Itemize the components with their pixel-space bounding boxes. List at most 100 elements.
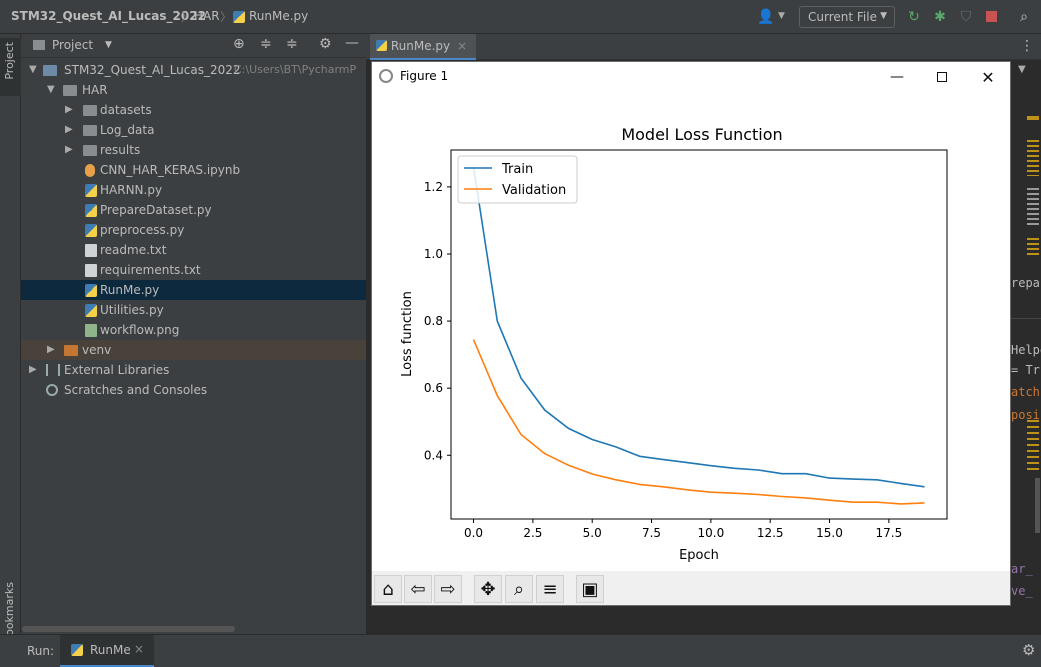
project-tool-tab[interactable]: Project xyxy=(0,38,21,96)
legend-label: Train xyxy=(501,162,533,177)
figure-title-bar[interactable]: Figure 1 — ✕ xyxy=(372,62,1010,92)
rerun-icon[interactable]: ↻ xyxy=(904,7,924,27)
save-icon[interactable]: ▣ xyxy=(576,575,604,603)
locate-icon[interactable]: ⊕ xyxy=(233,36,245,52)
tree-folder-datasets[interactable]: ▶ datasets xyxy=(21,100,366,120)
back-icon[interactable]: ⇦ xyxy=(404,575,432,603)
tree-file[interactable]: PrepareDataset.py xyxy=(21,200,366,220)
tree-file[interactable]: workflow.png xyxy=(21,320,366,340)
run-configuration-select[interactable]: Current File ▼ xyxy=(799,6,895,28)
error-stripe-marker[interactable] xyxy=(1027,116,1039,120)
chevron-down-icon[interactable]: ▼ xyxy=(105,40,112,50)
close-icon[interactable]: × xyxy=(457,39,467,53)
minimize-window-button[interactable]: — xyxy=(882,66,912,88)
tree-file[interactable]: Utilities.py xyxy=(21,300,366,320)
chevron-down-icon[interactable]: ▼ xyxy=(1018,64,1026,75)
error-stripe-marker[interactable] xyxy=(1027,140,1039,176)
tree-file-label: readme.txt xyxy=(100,243,167,257)
tree-file-selected[interactable]: RunMe.py xyxy=(21,280,366,300)
code-fragment: atch xyxy=(1011,385,1040,399)
folder-icon xyxy=(83,105,97,116)
notebook-file-icon xyxy=(85,164,95,177)
tree-item-label: Scratches and Consoles xyxy=(64,383,208,397)
run-tab-label: RunMe xyxy=(90,643,131,657)
x-tick-label: 15.0 xyxy=(816,526,843,540)
tree-item-label: External Libraries xyxy=(64,363,170,377)
tree-external-libraries[interactable]: ▶ External Libraries xyxy=(21,360,366,380)
x-axis: 0.0 2.5 5.0 7.5 10.0 12.5 15.0 17.5 xyxy=(464,519,902,540)
code-fragment: Helpe xyxy=(1011,343,1041,357)
image-file-icon xyxy=(85,324,97,337)
tree-file[interactable]: CNN_HAR_KERAS.ipynb xyxy=(21,160,366,180)
python-file-icon xyxy=(85,224,97,237)
project-panel-title[interactable]: Project xyxy=(52,38,93,52)
python-file-icon xyxy=(376,40,387,51)
horizontal-scrollbar[interactable] xyxy=(22,626,235,632)
expand-all-icon[interactable]: ≑ xyxy=(260,36,272,52)
tree-file[interactable]: HARNN.py xyxy=(21,180,366,200)
collapse-all-icon[interactable]: ≑ xyxy=(286,36,298,52)
forward-icon[interactable]: ⇨ xyxy=(434,575,462,603)
figure-window-title: Figure 1 xyxy=(400,69,449,83)
y-axis-label: Loss function xyxy=(400,291,415,377)
tree-file[interactable]: requirements.txt xyxy=(21,260,366,280)
x-tick-label: 10.0 xyxy=(698,526,725,540)
maximize-window-button[interactable] xyxy=(927,66,957,88)
project-tool-label: Project xyxy=(3,42,16,80)
folder-icon xyxy=(83,125,97,136)
x-tick-label: 17.5 xyxy=(875,526,902,540)
folder-icon xyxy=(64,345,78,356)
tree-folder-har[interactable]: ▼ HAR xyxy=(21,80,366,100)
tree-file-label: HARNN.py xyxy=(100,183,163,197)
folder-icon xyxy=(63,85,77,96)
minimize-panel-icon[interactable]: — xyxy=(345,35,359,51)
tree-folder-log-data[interactable]: ▶ Log_data xyxy=(21,120,366,140)
close-icon[interactable]: × xyxy=(134,642,144,656)
close-window-button[interactable]: ✕ xyxy=(973,66,1003,88)
dropdown-arrow-icon[interactable]: ▼ xyxy=(778,11,785,21)
breadcrumb-project[interactable]: STM32_Quest_AI_Lucas_2022 xyxy=(11,9,206,23)
editor-tab-runme[interactable]: RunMe.py × xyxy=(370,34,476,60)
stop-icon[interactable] xyxy=(986,11,997,22)
zoom-icon[interactable]: ⌕ xyxy=(505,575,533,603)
error-stripe-marker[interactable] xyxy=(1027,238,1039,258)
tree-folder-label: results xyxy=(100,143,141,157)
run-tab[interactable]: RunMe × xyxy=(60,635,154,667)
tree-file-label: CNN_HAR_KERAS.ipynb xyxy=(100,163,241,177)
tree-file[interactable]: readme.txt xyxy=(21,240,366,260)
tree-file-label: requirements.txt xyxy=(100,263,201,277)
figure-window: Figure 1 — ✕ Model Loss Function 0.0 2.5 5… xyxy=(371,61,1011,606)
python-file-icon xyxy=(85,204,97,217)
tree-file-label: preprocess.py xyxy=(100,223,185,237)
text-file-icon xyxy=(85,264,97,277)
home-icon[interactable]: ⌂ xyxy=(374,575,402,603)
more-options-icon[interactable]: ⋮ xyxy=(1020,38,1034,54)
search-icon[interactable]: ⌕ xyxy=(1014,7,1034,27)
debug-icon[interactable]: ✱ xyxy=(930,7,950,27)
configure-subplots-icon[interactable]: ≡ xyxy=(536,575,564,603)
tree-root[interactable]: ▼ STM32_Quest_AI_Lucas_2022 C:\Users\BT\… xyxy=(21,60,366,80)
vertical-scrollbar[interactable] xyxy=(1035,478,1040,533)
y-axis: 0.4 0.6 0.8 1.0 1.2 xyxy=(424,180,451,462)
chevron-right-icon: ▶ xyxy=(65,104,73,115)
coverage-icon[interactable]: ⛉ xyxy=(956,7,976,27)
error-stripe-marker[interactable] xyxy=(1027,188,1039,228)
breadcrumb-file[interactable]: RunMe.py xyxy=(249,9,308,23)
python-file-icon xyxy=(71,644,83,656)
tree-folder-venv[interactable]: ▶ venv xyxy=(21,340,366,360)
x-axis-label: Epoch xyxy=(679,548,719,563)
tree-folder-label: Log_data xyxy=(100,123,155,137)
error-stripe-marker[interactable] xyxy=(1027,420,1039,470)
pan-icon[interactable]: ✥ xyxy=(474,575,502,603)
gear-icon[interactable]: ⚙ xyxy=(319,36,332,52)
gear-icon[interactable]: ⚙ xyxy=(1022,641,1035,659)
y-tick-label: 1.2 xyxy=(424,180,443,194)
tree-file[interactable]: preprocess.py xyxy=(21,220,366,240)
user-icon[interactable]: 👤 xyxy=(756,7,776,27)
tree-scratches[interactable]: Scratches and Consoles xyxy=(21,380,366,400)
maximize-icon xyxy=(937,72,947,82)
tree-file-label: RunMe.py xyxy=(100,283,160,297)
breadcrumb-folder[interactable]: HAR xyxy=(194,9,220,23)
tree-folder-results[interactable]: ▶ results xyxy=(21,140,366,160)
y-tick-label: 0.8 xyxy=(424,314,443,328)
